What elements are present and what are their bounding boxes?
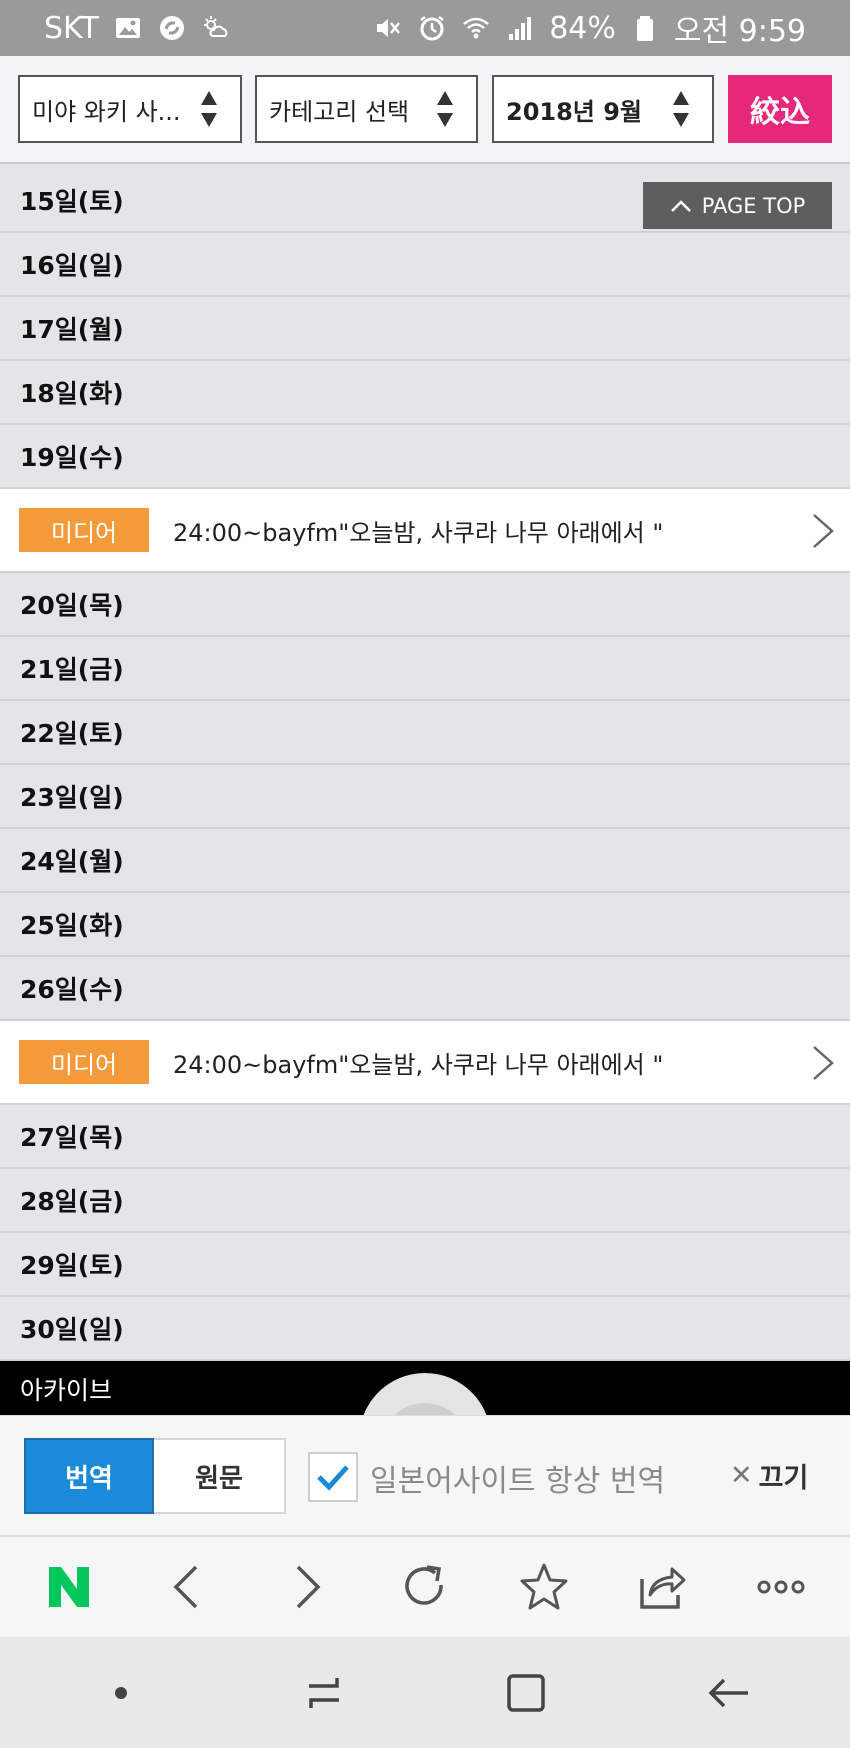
day-row: 25일(화) <box>0 893 850 957</box>
reload-icon[interactable] <box>395 1557 455 1617</box>
day-row: 19일(수) <box>0 425 850 489</box>
day-row: 28일(금) <box>0 1169 850 1233</box>
page-top-label: PAGE TOP <box>701 193 806 218</box>
translate-bar: 번역 원문 일본어사이트 항상 번역 ✕ 끄기 <box>0 1415 850 1537</box>
original-button[interactable]: 원문 <box>154 1438 286 1514</box>
day-row: 21일(금) <box>0 637 850 701</box>
archive-label: 아카이브 <box>20 1376 113 1405</box>
signal-icon <box>505 13 535 43</box>
select-arrows-icon <box>673 91 689 127</box>
checkmark-icon <box>317 1465 349 1491</box>
home-icon[interactable] <box>496 1663 556 1723</box>
category-badge: 미디어 <box>19 1040 149 1084</box>
always-translate-checkbox[interactable] <box>308 1452 358 1502</box>
battery-percent: 84% <box>549 10 616 46</box>
carrier-label: SKT <box>44 10 99 46</box>
artist-select-value: 미야 와키 사... <box>32 97 181 126</box>
translate-button[interactable]: 번역 <box>24 1438 154 1514</box>
assist-dot-icon[interactable] <box>91 1663 151 1723</box>
close-translate-button[interactable]: ✕ 끄기 <box>730 1456 808 1495</box>
category-badge: 미디어 <box>19 508 149 552</box>
artist-select[interactable]: 미야 와키 사... <box>18 75 242 143</box>
day-row: 27일(목) <box>0 1105 850 1169</box>
image-icon <box>113 13 143 43</box>
day-row: 22일(토) <box>0 701 850 765</box>
category-select-value: 카테고리 선택 <box>269 97 410 126</box>
sync-icon <box>157 13 187 43</box>
recent-apps-icon[interactable] <box>294 1663 354 1723</box>
more-icon[interactable] <box>751 1557 811 1617</box>
event-row[interactable]: 미디어 24:00~bayfm"오늘밤, 사쿠라 나무 아래에서 " <box>0 489 850 573</box>
month-select-value: 2018년 9월 <box>506 97 643 126</box>
day-row: 30일(일) <box>0 1297 850 1361</box>
day-row: 18일(화) <box>0 361 850 425</box>
day-row: 24일(월) <box>0 829 850 893</box>
system-nav-bar <box>0 1637 850 1748</box>
schedule-list: 15일(토) 16일(일) 17일(월) 18일(화) 19일(수) 미디어 24:00~b… <box>0 169 850 1361</box>
archive-header: 아카이브 <box>0 1361 850 1417</box>
status-bar: SKT 84% 오전 9:59 <box>0 0 850 56</box>
day-row: 26일(수) <box>0 957 850 1021</box>
day-row: 16일(일) <box>0 233 850 297</box>
alarm-icon <box>417 13 447 43</box>
select-arrows-icon <box>201 91 217 127</box>
event-title: 24:00~bayfm"오늘밤, 사쿠라 나무 아래에서 " <box>173 518 664 547</box>
chevron-up-icon <box>670 199 691 212</box>
filter-bar: 미야 와키 사... 카테고리 선택 2018년 9월 絞込 <box>0 56 850 164</box>
event-row[interactable]: 미디어 24:00~bayfm"오늘밤, 사쿠라 나무 아래에서 " <box>0 1021 850 1105</box>
close-icon: ✕ <box>730 1460 753 1491</box>
clock-time: 오전 9:59 <box>673 14 806 49</box>
mute-icon <box>373 13 403 43</box>
filter-button[interactable]: 絞込 <box>728 75 832 143</box>
close-translate-label: 끄기 <box>758 1463 809 1494</box>
select-arrows-icon <box>437 91 453 127</box>
chevron-right-icon <box>813 1046 834 1080</box>
browser-toolbar <box>0 1537 850 1637</box>
share-icon[interactable] <box>632 1557 692 1617</box>
always-translate-label: 일본어사이트 항상 번역 <box>370 1464 666 1499</box>
page-top-button[interactable]: PAGE TOP <box>643 182 832 229</box>
category-select[interactable]: 카테고리 선택 <box>255 75 478 143</box>
back-nav-icon[interactable] <box>699 1663 759 1723</box>
event-title: 24:00~bayfm"오늘밤, 사쿠라 나무 아래에서 " <box>173 1050 664 1079</box>
wifi-icon <box>461 13 491 43</box>
chevron-right-icon <box>813 514 834 548</box>
bookmark-star-icon[interactable] <box>514 1557 574 1617</box>
day-row: 20일(목) <box>0 573 850 637</box>
day-row: 17일(월) <box>0 297 850 361</box>
month-select[interactable]: 2018년 9월 <box>492 75 714 143</box>
back-icon[interactable] <box>158 1557 218 1617</box>
day-row: 29일(토) <box>0 1233 850 1297</box>
battery-icon <box>630 13 660 43</box>
naver-n-icon[interactable] <box>39 1557 99 1617</box>
day-row: 23일(일) <box>0 765 850 829</box>
weather-icon <box>201 13 231 43</box>
forward-icon[interactable] <box>276 1557 336 1617</box>
mascot-icon <box>362 1373 488 1417</box>
